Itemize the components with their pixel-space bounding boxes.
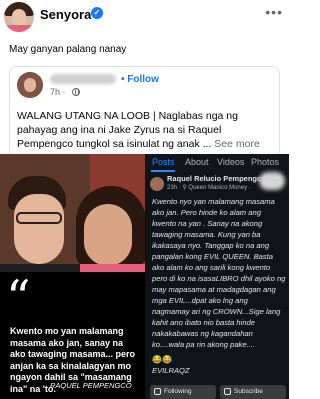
active-tab-indicator <box>151 170 175 172</box>
post-header: Senyora ✓ ••• <box>0 0 289 34</box>
see-more-link[interactable]: See more <box>214 138 260 150</box>
post-time: 7h · <box>50 87 66 97</box>
emoji-row: 😂😂 <box>152 355 172 364</box>
subscribe-icon <box>224 388 231 395</box>
follow-link[interactable]: • Follow <box>121 74 159 85</box>
raquel-post-text: Kwento nyo yan malamang masama ako jan. … <box>152 197 286 349</box>
shared-post-text: WALANG UTANG NA LOOB | Naglabas nga ng p… <box>17 109 279 151</box>
raquel-signature: EVILRAQZ <box>152 366 190 375</box>
tab-photos: Photos <box>251 157 280 167</box>
following-button: Following <box>150 385 216 399</box>
post-photo[interactable]: “ Kwento mo yan malamang masama ako jan,… <box>0 154 289 399</box>
shared-author-avatar[interactable] <box>17 72 43 98</box>
following-label: Following <box>164 388 192 395</box>
blurred-author-name <box>50 74 116 84</box>
shared-post-card[interactable]: • Follow 7h · WALANG UTANG NA LOOB | Nag… <box>9 66 280 158</box>
page-avatar[interactable] <box>4 2 34 32</box>
ellipsis-icon[interactable]: ••• <box>265 4 283 20</box>
tab-about: About <box>185 157 209 167</box>
quote-author: RAQUEL PEMPENGCO <box>50 381 132 390</box>
raquel-name: Raquel Relucio Pempengco <box>167 174 266 183</box>
subscribe-button: Subscribe <box>220 385 286 399</box>
profile-tabs: Posts About Videos Photos <box>147 154 289 172</box>
verified-badge-icon: ✓ <box>91 7 103 19</box>
photo-right-panel: Posts About Videos Photos Raquel Relucio… <box>147 154 289 399</box>
tab-videos: Videos <box>217 157 245 167</box>
blurred-sticker <box>259 172 285 190</box>
page-name[interactable]: Senyora <box>40 7 91 22</box>
quote-mark-icon: “ <box>6 270 31 326</box>
globe-icon <box>72 88 80 96</box>
photo-left-panel: “ Kwento mo yan malamang masama ako jan,… <box>0 154 145 399</box>
post-caption: May ganyan palang nanay <box>9 44 127 55</box>
raquel-action-buttons: Following Subscribe <box>150 385 286 399</box>
shared-post-body: WALANG UTANG NA LOOB | Naglabas nga ng p… <box>17 110 238 150</box>
raquel-post-meta: 23h · ⚲ Queen Manico Money · <box>167 185 251 191</box>
raquel-avatar <box>150 177 164 191</box>
following-icon <box>154 388 161 395</box>
subscribe-label: Subscribe <box>234 388 263 395</box>
tab-posts: Posts <box>152 157 175 167</box>
